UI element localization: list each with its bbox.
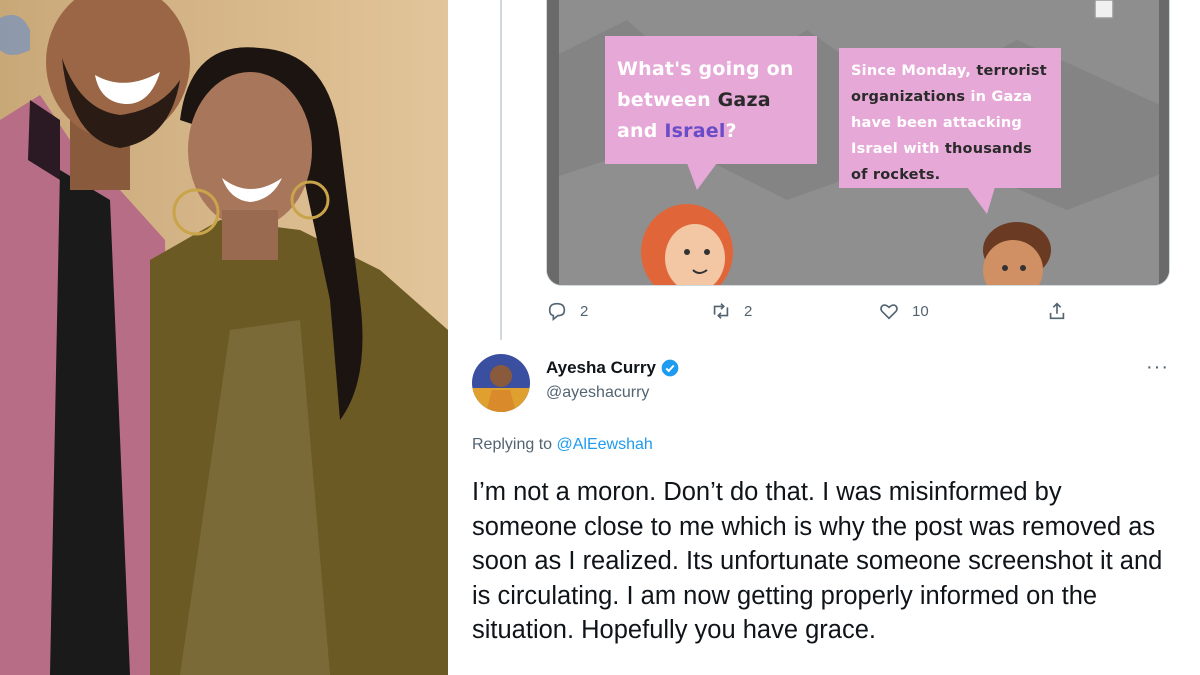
retweet-icon bbox=[713, 303, 729, 319]
reply-icon bbox=[548, 302, 566, 321]
reply-button[interactable]: 2 bbox=[546, 300, 588, 322]
share-icon bbox=[1049, 302, 1065, 320]
speech-bubble-question: What's going on between Gaza and Israel? bbox=[605, 36, 817, 164]
couple-photo bbox=[0, 0, 448, 675]
replying-to-line: Replying to @AlEewshah bbox=[472, 436, 653, 454]
tweet-media-image[interactable]: What's going on between Gaza and Israel?… bbox=[546, 0, 1170, 286]
like-count: 10 bbox=[912, 302, 929, 320]
avatar[interactable] bbox=[472, 354, 530, 412]
retweet-count: 2 bbox=[744, 302, 753, 320]
replying-to-label: Replying to bbox=[472, 436, 553, 453]
verified-badge-icon bbox=[661, 359, 679, 377]
bubble-text-highlight-purple: Israel bbox=[664, 120, 726, 142]
replying-to-mention-link[interactable]: @AlEewshah bbox=[557, 436, 653, 453]
speech-bubble-answer: Since Monday, terrorist organizations in… bbox=[839, 48, 1061, 188]
more-options-icon[interactable]: ··· bbox=[1146, 356, 1169, 379]
bubble-text-plain: and bbox=[617, 120, 665, 142]
user-handle[interactable]: @ayeshacurry bbox=[546, 384, 649, 402]
reply-count: 2 bbox=[580, 302, 589, 320]
share-button[interactable] bbox=[1046, 300, 1080, 322]
display-name[interactable]: Ayesha Curry bbox=[546, 358, 680, 378]
bubble-text-plain: ? bbox=[725, 120, 737, 142]
tweet-body-text: I’m not a moron. Don’t do that. I was mi… bbox=[472, 478, 1163, 644]
thread-connector-line bbox=[500, 0, 502, 340]
like-button[interactable]: 10 bbox=[878, 300, 929, 322]
tweet-thread: What's going on between Gaza and Israel?… bbox=[448, 0, 1200, 675]
bubble-text-plain: Since Monday, bbox=[851, 63, 977, 79]
display-name-text: Ayesha Curry bbox=[546, 358, 656, 377]
retweet-button[interactable]: 2 bbox=[710, 300, 752, 322]
bubble-text-highlight: Gaza bbox=[717, 89, 771, 111]
heart-icon bbox=[880, 304, 898, 320]
